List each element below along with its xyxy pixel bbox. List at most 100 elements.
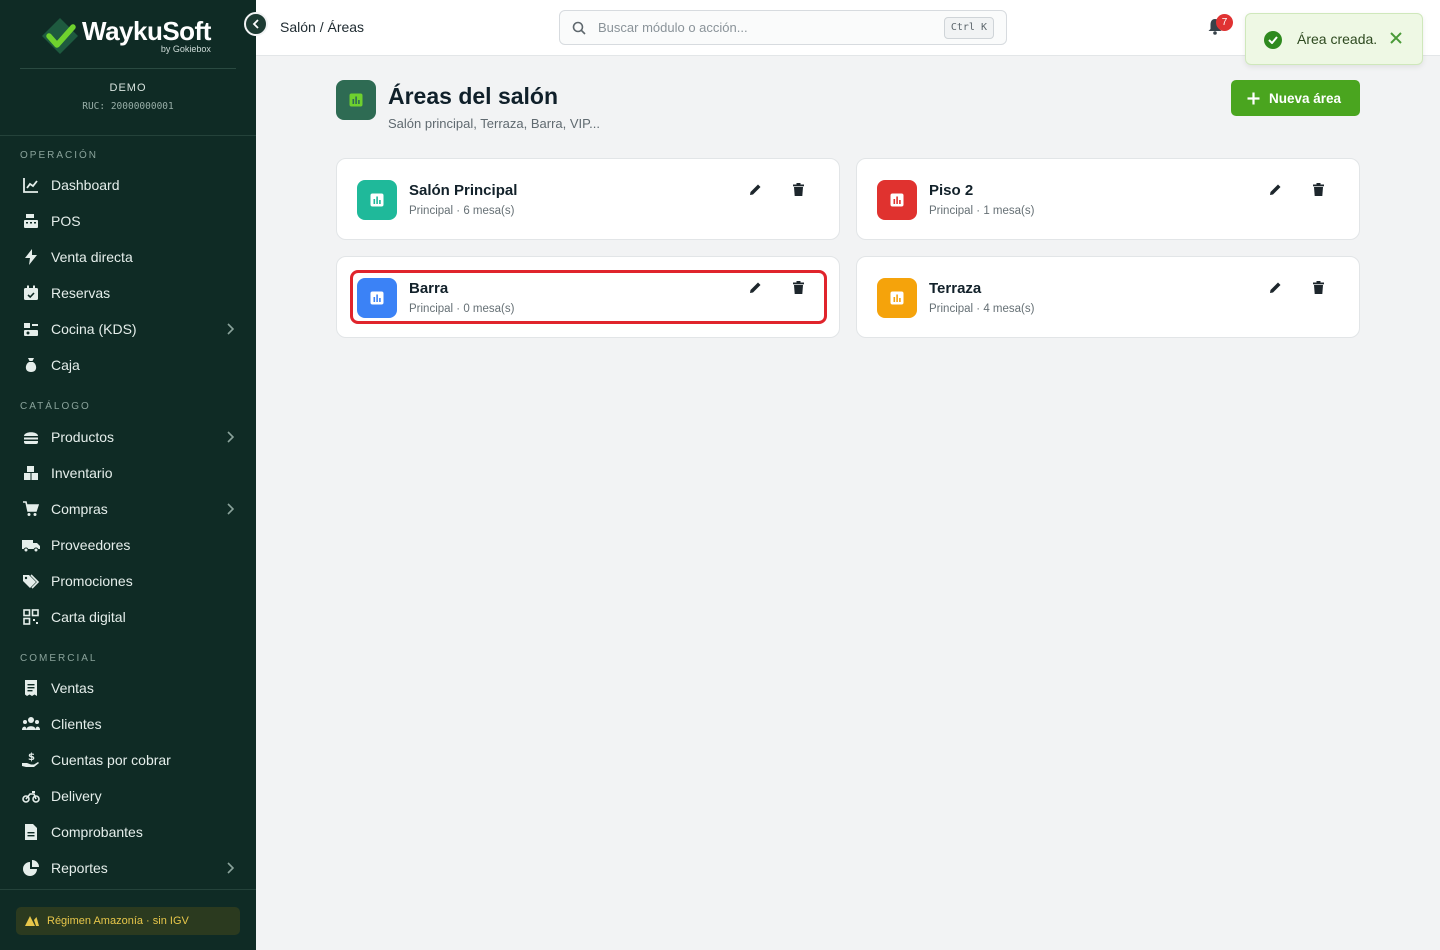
regime-badge-label: Régimen Amazonía · sin IGV	[47, 915, 189, 927]
company-name: DEMO	[109, 82, 147, 94]
area-card[interactable]: Salón Principal Principal · 6 mesa(s)	[336, 158, 840, 240]
search-box[interactable]: Ctrl K	[559, 10, 1007, 45]
collapse-sidebar-button[interactable]	[244, 12, 268, 36]
sidebar-item-comprobantes[interactable]: Comprobantes	[0, 814, 256, 850]
sidebar-item-venta-directa[interactable]: Venta directa	[0, 239, 256, 275]
trash-icon	[793, 281, 804, 294]
search-input[interactable]	[598, 11, 928, 44]
sidebar-item-caja[interactable]: Caja	[0, 347, 256, 383]
sidebar-item-reportes[interactable]: Reportes	[0, 850, 256, 886]
brand-name: WaykuSoft	[82, 16, 211, 46]
pencil-icon	[749, 183, 762, 196]
area-icon	[877, 278, 917, 318]
brand-header: WaykuSoft by Gokiebox DEMO RUC: 20000000…	[0, 0, 256, 136]
svg-text:$: $	[28, 752, 35, 763]
sidebar-item-label: Reportes	[51, 860, 108, 876]
sidebar-item-label: Productos	[51, 429, 115, 445]
sidebar-item-cuentas-por-cobrar[interactable]: $ Cuentas por cobrar	[0, 742, 256, 778]
motorcycle-icon	[22, 787, 40, 805]
area-name: Salón Principal	[409, 182, 518, 199]
area-icon	[877, 180, 917, 220]
sidebar-item-label: Ventas	[51, 680, 94, 696]
kitchen-icon	[22, 320, 40, 338]
delete-area-button[interactable]	[793, 183, 804, 196]
sidebar-footer: Régimen Amazonía · sin IGV	[0, 889, 256, 950]
page-icon	[336, 80, 376, 120]
area-card[interactable]: Piso 2 Principal · 1 mesa(s)	[856, 158, 1360, 240]
sidebar-item-label: Clientes	[51, 716, 102, 732]
breadcrumb: Salón / Áreas	[280, 19, 365, 35]
area-icon	[357, 180, 397, 220]
chevron-right-icon	[226, 861, 235, 877]
qrcode-icon	[22, 608, 40, 626]
nav-comercial: COMERCIAL Ventas Clientes $ Cuentas por …	[0, 651, 256, 886]
sidebar-item-clientes[interactable]: Clientes	[0, 706, 256, 742]
pie-chart-icon	[22, 859, 40, 877]
sidebar-item-label: Promociones	[51, 573, 133, 589]
divider	[20, 68, 236, 69]
sidebar-item-label: Reservas	[51, 285, 111, 301]
bolt-icon	[22, 248, 40, 266]
success-toast: Área creada.	[1245, 13, 1423, 65]
sidebar-item-cocina[interactable]: Cocina (KDS)	[0, 311, 256, 347]
truck-icon	[22, 536, 40, 554]
brand-logo[interactable]: WaykuSoft by Gokiebox	[40, 16, 211, 56]
cash-register-icon	[22, 212, 40, 230]
sidebar-item-label: Dashboard	[51, 177, 120, 193]
pencil-icon	[1269, 281, 1282, 294]
chevron-right-icon	[226, 322, 235, 338]
sidebar-item-label: Proveedores	[51, 537, 131, 553]
sidebar-item-delivery[interactable]: Delivery	[0, 778, 256, 814]
sidebar-item-label: POS	[51, 213, 81, 229]
company-ruc: RUC: 20000000001	[82, 101, 174, 112]
regime-badge: Régimen Amazonía · sin IGV	[16, 907, 240, 935]
users-icon	[22, 715, 40, 733]
money-bag-icon	[22, 356, 40, 374]
pencil-icon	[1269, 183, 1282, 196]
sidebar-item-label: Inventario	[51, 465, 113, 481]
delete-area-button[interactable]	[1313, 281, 1324, 294]
edit-area-button[interactable]	[1269, 281, 1282, 294]
sidebar-item-productos[interactable]: Productos	[0, 419, 256, 455]
sidebar-item-ventas[interactable]: Ventas	[0, 670, 256, 706]
sidebar-item-label: Cocina (KDS)	[51, 321, 137, 337]
calendar-check-icon	[22, 284, 40, 302]
edit-area-button[interactable]	[749, 183, 762, 196]
page-title: Áreas del salón	[388, 83, 559, 109]
sidebar-item-dashboard[interactable]: Dashboard	[0, 167, 256, 203]
edit-area-button[interactable]	[1269, 183, 1282, 196]
delete-area-button[interactable]	[1313, 183, 1324, 196]
sidebar-item-reservas[interactable]: Reservas	[0, 275, 256, 311]
new-area-button[interactable]: Nueva área	[1231, 80, 1360, 116]
sidebar-item-carta-digital[interactable]: Carta digital	[0, 599, 256, 635]
edit-area-button[interactable]	[749, 281, 762, 294]
sidebar-item-label: Compras	[51, 501, 108, 517]
sidebar-item-label: Venta directa	[51, 249, 133, 265]
nav-section-title: OPERACIÓN	[20, 150, 99, 161]
area-name: Barra	[409, 280, 449, 297]
sidebar-item-compras[interactable]: Compras	[0, 491, 256, 527]
tags-icon	[22, 572, 40, 590]
sidebar-item-proveedores[interactable]: Proveedores	[0, 527, 256, 563]
chevron-right-icon	[226, 430, 235, 446]
nav-section-title: CATÁLOGO	[20, 401, 91, 412]
delete-area-button[interactable]	[793, 281, 804, 294]
chart-bar-icon	[349, 93, 363, 107]
area-card[interactable]: Terraza Principal · 4 mesa(s)	[856, 256, 1360, 338]
close-icon	[1389, 31, 1403, 45]
area-meta: Principal · 6 mesa(s)	[409, 205, 515, 217]
toast-close-button[interactable]	[1389, 31, 1403, 45]
sidebar-item-inventario[interactable]: Inventario	[0, 455, 256, 491]
receipt-icon	[22, 679, 40, 697]
sidebar-item-pos[interactable]: POS	[0, 203, 256, 239]
sidebar-item-label: Caja	[51, 357, 80, 373]
hand-dollar-icon: $	[22, 751, 40, 769]
cart-icon	[22, 500, 40, 518]
sidebar-item-promociones[interactable]: Promociones	[0, 563, 256, 599]
check-circle-icon	[1264, 31, 1282, 49]
mountain-warning-icon	[25, 915, 39, 927]
area-card[interactable]: Barra Principal · 0 mesa(s)	[336, 256, 840, 338]
trash-icon	[1313, 183, 1324, 196]
area-meta: Principal · 1 mesa(s)	[929, 205, 1035, 217]
page-subtitle: Salón principal, Terraza, Barra, VIP...	[388, 116, 600, 131]
